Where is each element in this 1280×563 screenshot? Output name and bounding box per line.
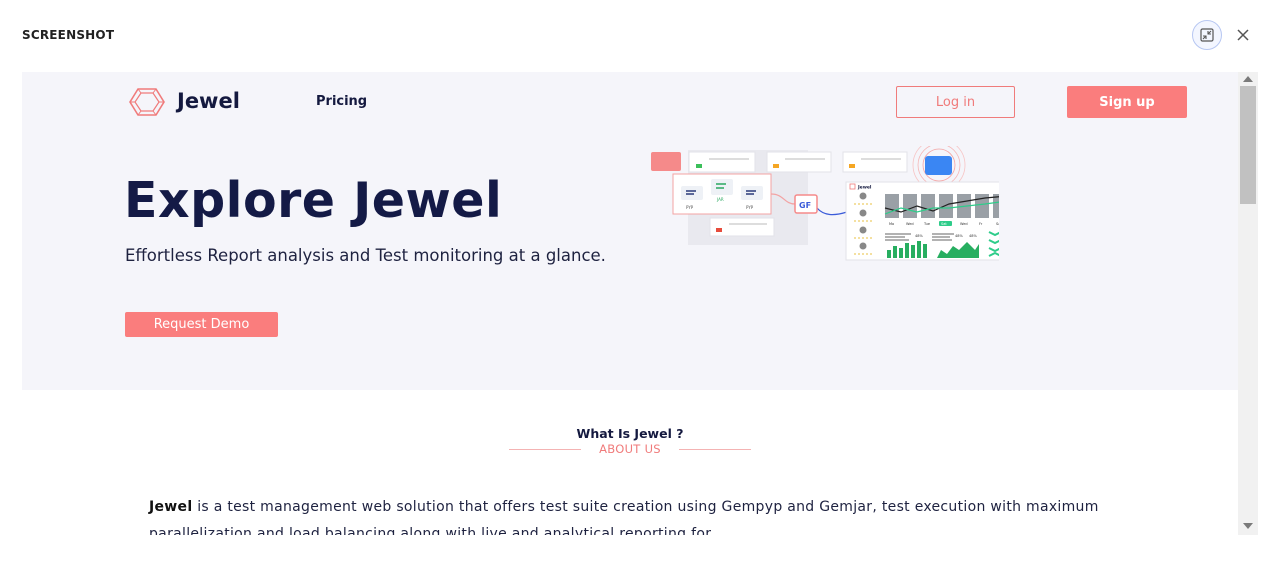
node-label: JAR xyxy=(716,197,724,202)
modal-title: SCREENSHOT xyxy=(22,28,115,42)
percent-label: 48% xyxy=(915,234,923,238)
jewel-logo-icon[interactable] xyxy=(128,87,166,117)
scroll-down-arrow-icon[interactable] xyxy=(1243,523,1253,529)
close-icon xyxy=(1237,29,1249,41)
divider-line xyxy=(679,449,751,450)
hero-illustration: PYP JAR PYP GF Jewel Mo Wed Tue Sat Wed … xyxy=(651,146,999,261)
day-label: Tue xyxy=(923,222,930,226)
day-label: Sa xyxy=(996,222,999,226)
signup-button[interactable]: Sign up xyxy=(1067,86,1187,118)
hero-title: Explore Jewel xyxy=(124,172,503,229)
scroll-up-arrow-icon[interactable] xyxy=(1243,76,1253,82)
dashboard-brand: Jewel xyxy=(857,185,872,191)
day-label: Wed xyxy=(906,222,914,226)
day-label: Wed xyxy=(960,222,968,226)
brand-name[interactable]: Jewel xyxy=(177,89,240,113)
about-description: Jewel is a test management web solution … xyxy=(149,494,1129,535)
svg-text:GF: GF xyxy=(799,201,811,210)
close-button[interactable] xyxy=(1232,24,1254,46)
screenshot-viewport: Jewel Pricing Log in Sign up Explore Jew… xyxy=(22,72,1238,535)
node-label: PYP xyxy=(686,205,694,210)
percent-label: 48% xyxy=(969,234,977,238)
day-label: Mo xyxy=(889,222,894,226)
about-description-brand: Jewel xyxy=(149,499,193,515)
vertical-scrollbar[interactable] xyxy=(1238,72,1258,535)
hero-subtitle: Effortless Report analysis and Test moni… xyxy=(125,246,606,265)
collapse-icon xyxy=(1200,28,1214,42)
day-label: Fr xyxy=(979,222,983,226)
node-label: PYP xyxy=(746,205,754,210)
about-description-text: is a test management web solution that o… xyxy=(149,499,1099,535)
about-subheading-wrap: ABOUT US xyxy=(509,442,751,458)
scrollbar-thumb[interactable] xyxy=(1240,86,1256,204)
percent-label: 48% xyxy=(955,234,963,238)
about-heading: What Is Jewel ? xyxy=(576,426,684,441)
request-demo-button[interactable]: Request Demo xyxy=(125,312,278,337)
hero-section: Jewel Pricing Log in Sign up Explore Jew… xyxy=(22,72,1238,390)
nav-link-pricing[interactable]: Pricing xyxy=(316,94,367,109)
collapse-button[interactable] xyxy=(1192,20,1222,50)
login-button[interactable]: Log in xyxy=(896,86,1015,118)
day-label: Sat xyxy=(941,222,947,226)
